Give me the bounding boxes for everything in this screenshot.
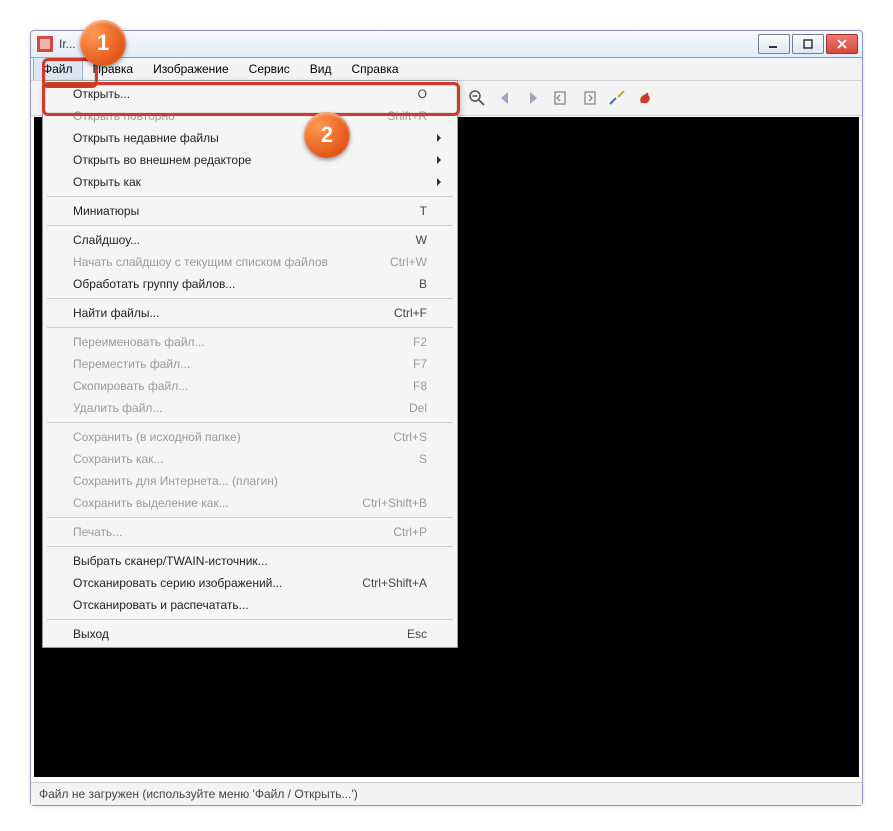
menu-item[interactable]: Открыть...O: [45, 83, 455, 105]
menu-item-label: Открыть во внешнем редакторе: [73, 153, 427, 167]
menu-item[interactable]: Открыть недавние файлы: [45, 127, 455, 149]
menu-item-shortcut: Ctrl+Shift+A: [362, 576, 427, 590]
menu-separator: [47, 327, 453, 328]
menu-item-label: Открыть недавние файлы: [73, 131, 427, 145]
menu-item: Открыть повторноShift+R: [45, 105, 455, 127]
file-menu-dropdown: Открыть...OОткрыть повторноShift+RОткрыт…: [42, 80, 458, 648]
menu-item: Удалить файл...Del: [45, 397, 455, 419]
menu-separator: [47, 225, 453, 226]
menu-item-shortcut: S: [419, 452, 427, 466]
menu-item-label: Обработать группу файлов...: [73, 277, 419, 291]
app-title: Ir...: [59, 37, 756, 51]
menu-item-label: Переместить файл...: [73, 357, 413, 371]
menu-separator: [47, 517, 453, 518]
menu-item-shortcut: F8: [413, 379, 427, 393]
menu-item-label: Миниатюры: [73, 204, 420, 218]
menu-item-label: Сохранить выделение как...: [73, 496, 362, 510]
menu-item[interactable]: МиниатюрыT: [45, 200, 455, 222]
menu-separator: [47, 196, 453, 197]
menu-item-shortcut: F7: [413, 357, 427, 371]
close-button[interactable]: [826, 34, 858, 54]
menu-item-label: Печать...: [73, 525, 393, 539]
menu-service[interactable]: Сервис: [239, 58, 300, 80]
menu-item: Скопировать файл...F8: [45, 375, 455, 397]
menu-separator: [47, 298, 453, 299]
menu-item-shortcut: Shift+R: [387, 109, 427, 123]
toolbar-next-icon[interactable]: [521, 86, 545, 110]
callout-2: 2: [304, 112, 350, 158]
menu-separator: [47, 619, 453, 620]
titlebar: Ir...: [31, 31, 862, 58]
menu-help[interactable]: Справка: [341, 58, 408, 80]
callout-1: 1: [80, 20, 126, 66]
menu-item: Сохранить как...S: [45, 448, 455, 470]
menu-separator: [47, 422, 453, 423]
menu-item[interactable]: Открыть как: [45, 171, 455, 193]
menu-image[interactable]: Изображение: [143, 58, 239, 80]
toolbar-move-next-icon[interactable]: [577, 86, 601, 110]
menu-separator: [47, 546, 453, 547]
menu-item-shortcut: Del: [409, 401, 427, 415]
menu-item: Сохранить выделение как...Ctrl+Shift+B: [45, 492, 455, 514]
minimize-button[interactable]: [758, 34, 790, 54]
menu-item-shortcut: Ctrl+S: [393, 430, 427, 444]
menu-item[interactable]: Слайдшоу...W: [45, 229, 455, 251]
menubar: Файл Правка Изображение Сервис Вид Справ…: [31, 58, 862, 81]
menu-item[interactable]: ВыходEsc: [45, 623, 455, 645]
menu-item-shortcut: F2: [413, 335, 427, 349]
toolbar-about-icon[interactable]: [633, 86, 657, 110]
menu-item-label: Скопировать файл...: [73, 379, 413, 393]
menu-item[interactable]: Найти файлы...Ctrl+F: [45, 302, 455, 324]
menu-item: Переместить файл...F7: [45, 353, 455, 375]
menu-item-shortcut: W: [416, 233, 427, 247]
menu-item-label: Выбрать сканер/TWAIN-источник...: [73, 554, 427, 568]
menu-item[interactable]: Обработать группу файлов...B: [45, 273, 455, 295]
callout-2-number: 2: [321, 122, 333, 148]
menu-item-shortcut: Ctrl+F: [394, 306, 427, 320]
menu-item: Сохранить для Интернета... (плагин): [45, 470, 455, 492]
menu-item-label: Выход: [73, 627, 407, 641]
menu-item-label: Начать слайдшоу с текущим списком файлов: [73, 255, 390, 269]
menu-item-label: Сохранить (в исходной папке): [73, 430, 393, 444]
toolbar-move-prev-icon[interactable]: [549, 86, 573, 110]
status-text: Файл не загружен (используйте меню 'Файл…: [39, 787, 358, 801]
maximize-button[interactable]: [792, 34, 824, 54]
menu-item-label: Открыть...: [73, 87, 418, 101]
menu-view[interactable]: Вид: [300, 58, 342, 80]
menu-file[interactable]: Файл: [33, 57, 83, 80]
window-controls: [756, 34, 858, 54]
menu-item-label: Удалить файл...: [73, 401, 409, 415]
menu-item-label: Сохранить для Интернета... (плагин): [73, 474, 427, 488]
toolbar-settings-icon[interactable]: [605, 86, 629, 110]
menu-item-shortcut: O: [418, 87, 427, 101]
app-icon: [37, 36, 53, 52]
menu-item-shortcut: Esc: [407, 627, 427, 641]
menu-item[interactable]: Открыть во внешнем редакторе: [45, 149, 455, 171]
menu-item: Сохранить (в исходной папке)Ctrl+S: [45, 426, 455, 448]
menu-item[interactable]: Отсканировать серию изображений...Ctrl+S…: [45, 572, 455, 594]
menu-item-shortcut: Ctrl+W: [390, 255, 427, 269]
statusbar: Файл не загружен (используйте меню 'Файл…: [31, 782, 862, 805]
menu-item-label: Отсканировать и распечатать...: [73, 598, 427, 612]
menu-item-label: Открыть как: [73, 175, 427, 189]
menu-item-shortcut: Ctrl+P: [393, 525, 427, 539]
menu-item-label: Сохранить как...: [73, 452, 419, 466]
toolbar-prev-icon[interactable]: [493, 86, 517, 110]
menu-item-label: Слайдшоу...: [73, 233, 416, 247]
menu-item: Печать...Ctrl+P: [45, 521, 455, 543]
callout-1-number: 1: [97, 30, 109, 56]
menu-item[interactable]: Выбрать сканер/TWAIN-источник...: [45, 550, 455, 572]
menu-item-shortcut: B: [419, 277, 427, 291]
menu-item: Начать слайдшоу с текущим списком файлов…: [45, 251, 455, 273]
menu-item-shortcut: T: [420, 204, 427, 218]
menu-item[interactable]: Отсканировать и распечатать...: [45, 594, 455, 616]
menu-item-label: Переименовать файл...: [73, 335, 413, 349]
menu-item-label: Найти файлы...: [73, 306, 394, 320]
menu-item: Переименовать файл...F2: [45, 331, 455, 353]
toolbar-zoom-out-icon[interactable]: [465, 86, 489, 110]
menu-item-label: Отсканировать серию изображений...: [73, 576, 362, 590]
menu-item-shortcut: Ctrl+Shift+B: [362, 496, 427, 510]
